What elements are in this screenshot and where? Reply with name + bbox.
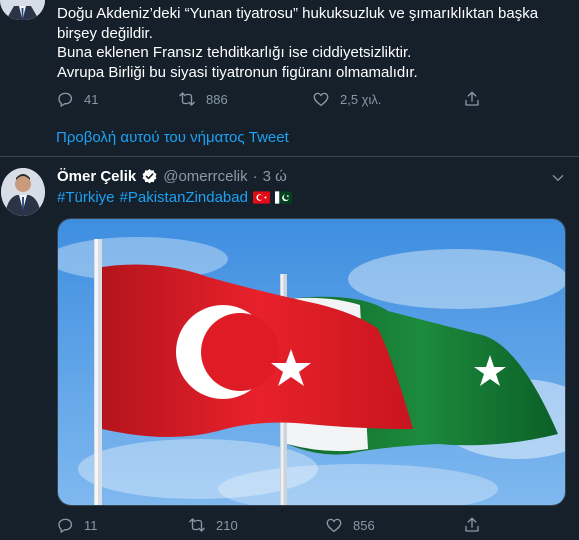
verified-badge-icon <box>142 169 157 184</box>
user-handle[interactable]: @omerrcelik <box>163 168 247 185</box>
tweet-text-line: birşey değildir. <box>57 24 153 42</box>
share-button[interactable] <box>463 516 481 534</box>
pakistan-flag-icon <box>274 191 292 204</box>
hashtag-link[interactable]: #Türkiye <box>57 189 115 206</box>
separator: · <box>252 168 258 185</box>
retweet-icon <box>179 92 195 106</box>
like-button[interactable]: 856 <box>325 516 375 534</box>
tweet-text-line: Doğu Akdeniz’deki “Yunan tiyatrosu” huku… <box>57 5 539 22</box>
reply-icon <box>58 92 73 108</box>
retweet-count: 886 <box>206 91 228 107</box>
reply-icon <box>58 518 73 534</box>
like-icon <box>326 518 342 533</box>
like-icon <box>313 92 329 107</box>
share-button[interactable] <box>463 90 481 108</box>
chevron-down-icon[interactable] <box>550 170 566 186</box>
like-button[interactable]: 2,5 χιλ. <box>312 90 382 108</box>
timestamp[interactable]: 3 ώ <box>263 168 287 185</box>
retweet-count: 210 <box>216 517 238 533</box>
tweet-text-line: Buna eklenen Fransız tehditkarlığı ise c… <box>57 44 412 61</box>
divider <box>0 156 579 157</box>
hashtag-link[interactable]: #PakistanZindabad <box>120 189 248 206</box>
like-count: 856 <box>353 517 375 533</box>
share-icon <box>465 517 479 532</box>
tweet-hashtags: #Türkiye #PakistanZindabad <box>57 189 292 206</box>
display-name[interactable]: Ömer Çelik <box>57 168 136 185</box>
reply-count: 11 <box>84 517 98 533</box>
tweet-header: Ömer Çelik @omerrcelik · 3 ώ <box>57 168 287 185</box>
tweet-text-line: Avrupa Birliği bu siyasi tiyatronun figü… <box>57 63 418 81</box>
reply-count: 41 <box>84 91 99 107</box>
tweet-image[interactable] <box>57 218 566 506</box>
tweet-text: Doğu Akdeniz’deki “Yunan tiyatrosu” huku… <box>57 4 567 82</box>
retweet-button[interactable]: 210 <box>188 516 238 534</box>
like-count: 2,5 χιλ. <box>340 91 382 107</box>
avatar[interactable] <box>0 0 45 20</box>
avatar[interactable] <box>1 168 45 216</box>
retweet-icon <box>189 518 205 532</box>
reply-button[interactable]: 41 <box>56 90 98 108</box>
share-icon <box>465 91 479 106</box>
turkey-flag-icon <box>252 191 270 204</box>
retweet-button[interactable]: 886 <box>178 90 228 108</box>
show-thread-link[interactable]: Προβολή αυτού του νήματος Tweet <box>56 129 289 146</box>
reply-button[interactable]: 11 <box>56 516 98 534</box>
